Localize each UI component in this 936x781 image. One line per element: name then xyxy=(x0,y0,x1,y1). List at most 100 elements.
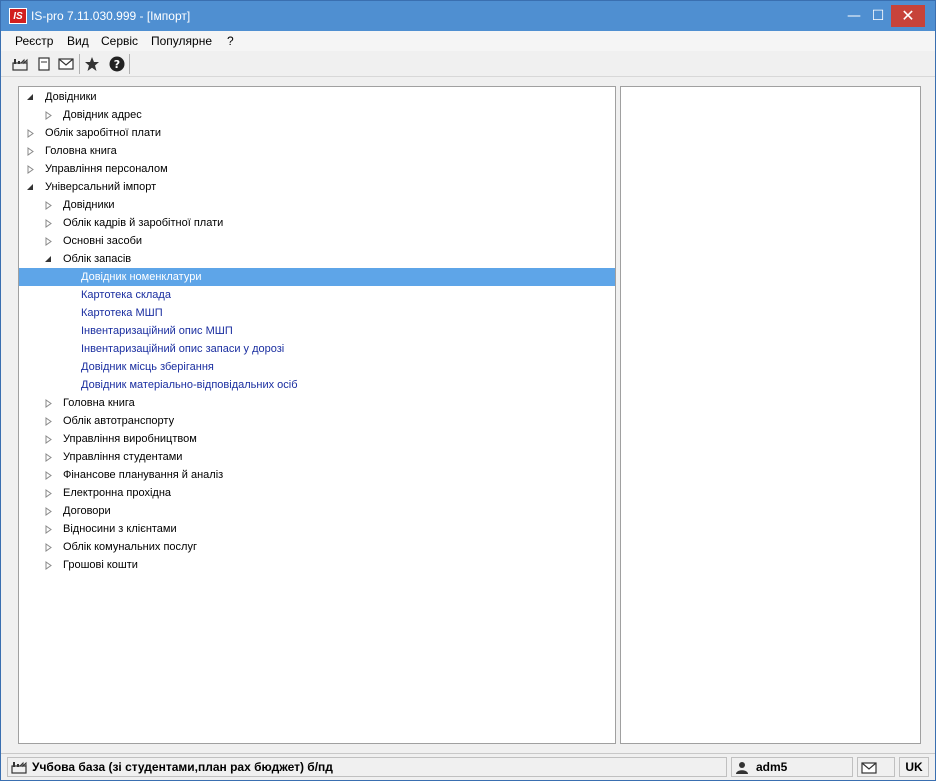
navigation-tree[interactable]: Довідники Довідник адрес Облік заробітної … xyxy=(18,86,616,744)
database-name: Учбова база (зі студентами,план рах бюдж… xyxy=(32,760,333,774)
tree-folder-item[interactable]: Універсальний імпорт xyxy=(19,178,615,196)
tree-folder-item[interactable]: Облік запасів xyxy=(19,250,615,268)
tree-collapsed-icon[interactable] xyxy=(25,160,35,178)
tree-folder-item[interactable]: Договори xyxy=(19,502,615,520)
tree-collapsed-icon[interactable] xyxy=(43,394,53,412)
tree-folder-item[interactable]: Облік кадрів й заробітної плати xyxy=(19,214,615,232)
star-icon[interactable] xyxy=(81,53,103,75)
tree-item-label: Електронна прохідна xyxy=(63,487,172,499)
tree-item-label: Картотека МШП xyxy=(81,307,163,319)
tree-leaf-item[interactable]: Довідник номенклатури xyxy=(19,268,615,286)
tree-leaf-item[interactable]: Довідник місць зберігання xyxy=(19,358,615,376)
tree-item-label: Облік автотранспорту xyxy=(63,415,175,427)
tree-leaf-item[interactable]: Довідник матеріально-відповідальних осіб xyxy=(19,376,615,394)
tree-item-label: Управління персоналом xyxy=(45,163,168,175)
tree-item-label: Грошові кошти xyxy=(63,559,138,571)
tree-item-label: Облік заробітної плати xyxy=(45,127,162,139)
tree-item-label: Фінансове планування й аналіз xyxy=(63,469,224,481)
tree-collapsed-icon[interactable] xyxy=(43,520,53,538)
tree-collapsed-icon[interactable] xyxy=(43,466,53,484)
status-language[interactable]: UK xyxy=(899,757,929,777)
tree-item-label: Довідник адрес xyxy=(63,109,142,121)
menu-view[interactable]: Вид xyxy=(67,34,89,48)
tree-folder-item[interactable]: Головна книга xyxy=(19,394,615,412)
tree-item-label: Довідник місць зберігання xyxy=(81,361,214,373)
tree-folder-item[interactable]: Управління персоналом xyxy=(19,160,615,178)
tree-item-label: Відносини з клієнтами xyxy=(63,523,177,535)
maximize-button[interactable]: ☐ xyxy=(863,5,893,27)
tree-collapsed-icon[interactable] xyxy=(43,106,53,124)
user-name: adm5 xyxy=(756,760,788,774)
tree-collapsed-icon[interactable] xyxy=(43,448,53,466)
tree-collapsed-icon[interactable] xyxy=(25,124,35,142)
window-title: IS-pro 7.11.030.999 - [Імпорт] xyxy=(31,9,191,23)
tree-leaf-item[interactable]: Картотека склада xyxy=(19,286,615,304)
status-database: Учбова база (зі студентами,план рах бюдж… xyxy=(7,757,727,777)
tree-item-label: Довідник матеріально-відповідальних осіб xyxy=(81,379,298,391)
tree-item-label: Довідник номенклатури xyxy=(81,271,202,283)
toolbar-separator xyxy=(129,54,130,74)
tree-leaf-item[interactable]: Інвентаризаційний опис МШП xyxy=(19,322,615,340)
tree-expanded-icon[interactable] xyxy=(43,250,53,268)
tree-item-label: Універсальний імпорт xyxy=(45,181,157,193)
mail-icon[interactable] xyxy=(861,761,877,779)
tree-folder-item[interactable]: Довідники xyxy=(19,196,615,214)
tree-item-label: Управління студентами xyxy=(63,451,183,463)
tree-folder-item[interactable]: Облік заробітної плати xyxy=(19,124,615,142)
tree-item-label: Інвентаризаційний опис запаси у дорозі xyxy=(81,343,285,355)
tree-folder-item[interactable]: Електронна прохідна xyxy=(19,484,615,502)
tree-collapsed-icon[interactable] xyxy=(43,538,53,556)
tree-folder-item[interactable]: Фінансове планування й аналіз xyxy=(19,466,615,484)
tree-leaf-item[interactable]: Картотека МШП xyxy=(19,304,615,322)
close-button[interactable]: ✕ xyxy=(891,5,925,27)
tree-folder-item[interactable]: Головна книга xyxy=(19,142,615,160)
status-user: adm5 xyxy=(731,757,853,777)
menu-registry[interactable]: Реєстр xyxy=(15,34,53,48)
tree-folder-item[interactable]: Облік комунальних послуг xyxy=(19,538,615,556)
tree-expanded-icon[interactable] xyxy=(25,88,35,106)
help-icon[interactable]: ? xyxy=(106,53,128,75)
tree-item-label: Головна книга xyxy=(63,397,135,409)
tree-collapsed-icon[interactable] xyxy=(43,502,53,520)
user-icon xyxy=(736,761,748,779)
tree-item-label: Картотека склада xyxy=(81,289,171,301)
tree-item-label: Облік кадрів й заробітної плати xyxy=(63,217,224,229)
tree-item-label: Головна книга xyxy=(45,145,117,157)
tree-folder-item[interactable]: Довідники xyxy=(19,88,615,106)
tree-folder-item[interactable]: Відносини з клієнтами xyxy=(19,520,615,538)
tree-item-label: Довідники xyxy=(63,199,115,211)
tree-expanded-icon[interactable] xyxy=(25,178,35,196)
tree-folder-item[interactable]: Управління виробництвом xyxy=(19,430,615,448)
tree-item-label: Основні засоби xyxy=(63,235,143,247)
tree-leaf-item[interactable]: Інвентаризаційний опис запаси у дорозі xyxy=(19,340,615,358)
app-window: IS IS-pro 7.11.030.999 - [Імпорт] — ☐ ✕ … xyxy=(0,0,936,781)
toolbar: ? xyxy=(1,51,935,77)
menu-service[interactable]: Сервіс xyxy=(101,34,138,48)
tree-collapsed-icon[interactable] xyxy=(43,214,53,232)
status-mail[interactable] xyxy=(857,757,895,777)
tree-collapsed-icon[interactable] xyxy=(43,232,53,250)
svg-text:?: ? xyxy=(114,58,120,71)
document-icon[interactable] xyxy=(33,53,55,75)
details-panel xyxy=(620,86,921,744)
tree-folder-item[interactable]: Основні засоби xyxy=(19,232,615,250)
envelope-icon[interactable] xyxy=(55,53,77,75)
tree-item-label: Договори xyxy=(63,505,111,517)
menu-popular[interactable]: Популярне xyxy=(151,34,212,48)
tree-collapsed-icon[interactable] xyxy=(43,484,53,502)
tree-collapsed-icon[interactable] xyxy=(43,196,53,214)
tree-folder-item[interactable]: Управління студентами xyxy=(19,448,615,466)
tree-folder-item[interactable]: Грошові кошти xyxy=(19,556,615,574)
title-bar[interactable]: IS IS-pro 7.11.030.999 - [Імпорт] — ☐ ✕ xyxy=(1,1,935,31)
tree-item-label: Інвентаризаційний опис МШП xyxy=(81,325,233,337)
tree-collapsed-icon[interactable] xyxy=(43,556,53,574)
factory-icon[interactable] xyxy=(9,53,31,75)
menu-help[interactable]: ? xyxy=(227,34,234,48)
tree-folder-item[interactable]: Облік автотранспорту xyxy=(19,412,615,430)
tree-folder-item[interactable]: Довідник адрес xyxy=(19,106,615,124)
tree-collapsed-icon[interactable] xyxy=(43,412,53,430)
tree-item-label: Управління виробництвом xyxy=(63,433,197,445)
tree-collapsed-icon[interactable] xyxy=(43,430,53,448)
menu-bar: Реєстр Вид Сервіс Популярне ? xyxy=(1,31,935,51)
tree-collapsed-icon[interactable] xyxy=(25,142,35,160)
